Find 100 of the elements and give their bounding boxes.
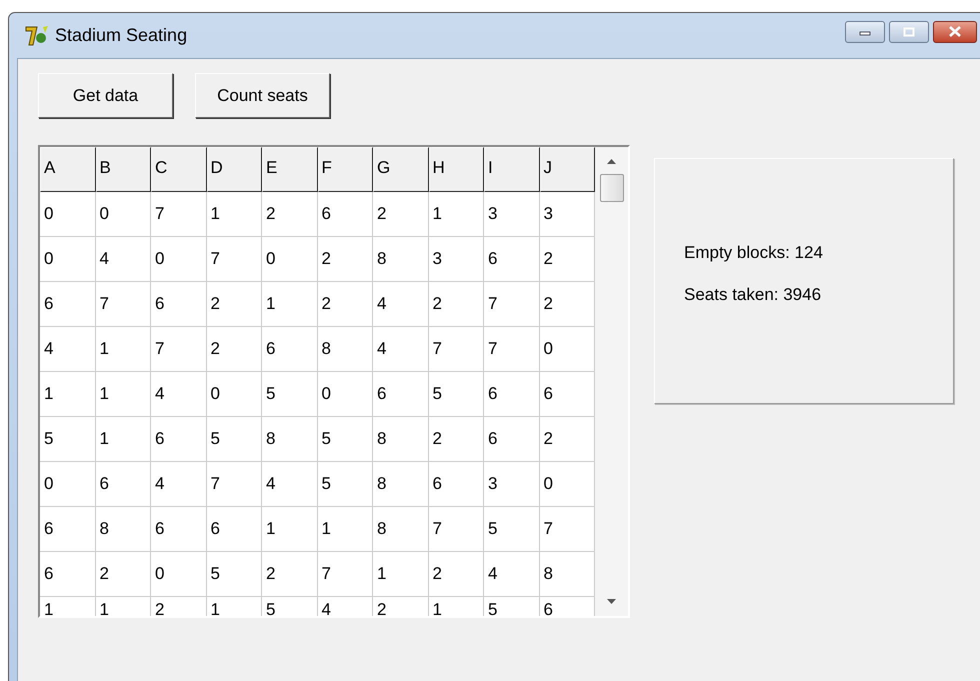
table-cell: 1 xyxy=(96,327,151,372)
table-cell: 6 xyxy=(318,192,373,237)
table-cell: 1 xyxy=(428,192,484,237)
table-cell: 1 xyxy=(318,507,373,552)
action-button[interactable]: Count seats xyxy=(195,73,330,118)
table-cell: 6 xyxy=(484,372,540,417)
column-header[interactable]: E xyxy=(262,147,318,192)
table-cell: 2 xyxy=(262,192,318,237)
table-cell: 2 xyxy=(318,282,373,327)
table-cell: 3 xyxy=(428,237,484,282)
table-cell: 0 xyxy=(206,372,262,417)
table-cell: 6 xyxy=(262,327,318,372)
table-cell: 5 xyxy=(206,552,262,597)
table-cell: 2 xyxy=(428,282,484,327)
scrollbar[interactable] xyxy=(595,147,628,616)
table-cell: 4 xyxy=(484,552,540,597)
table-cell: 3 xyxy=(484,462,540,507)
scroll-thumb[interactable] xyxy=(600,174,624,202)
table-cell: 7 xyxy=(318,552,373,597)
table-cell: 0 xyxy=(151,237,206,282)
table-cell: 5 xyxy=(428,372,484,417)
column-header[interactable]: C xyxy=(151,147,206,192)
table-cell: 5 xyxy=(206,417,262,462)
table-cell: 3 xyxy=(484,192,540,237)
table-cell: 8 xyxy=(318,327,373,372)
close-button[interactable] xyxy=(933,20,977,42)
table-cell: 0 xyxy=(40,192,96,237)
table-cell: 2 xyxy=(206,282,262,327)
table-cell: 6 xyxy=(484,417,540,462)
result-text: Seats taken: 3946 xyxy=(684,285,822,305)
table-cell: 8 xyxy=(373,237,428,282)
table-cell: 8 xyxy=(96,507,151,552)
table-cell: 5 xyxy=(484,507,540,552)
table-cell: 2 xyxy=(151,597,206,616)
table-cell: 1 xyxy=(96,372,151,417)
minimize-button[interactable] xyxy=(845,20,885,42)
table-cell: 1 xyxy=(262,282,318,327)
table-cell: 1 xyxy=(96,417,151,462)
table-cell: 7 xyxy=(206,462,262,507)
table-cell: 5 xyxy=(318,417,373,462)
table-cell: 4 xyxy=(318,597,373,616)
table-cell: 7 xyxy=(484,282,540,327)
column-header[interactable]: D xyxy=(206,147,262,192)
column-header[interactable]: J xyxy=(540,147,595,192)
scroll-up-icon[interactable] xyxy=(607,159,616,164)
table-cell: 2 xyxy=(96,552,151,597)
table-cell: 2 xyxy=(262,552,318,597)
table-cell: 0 xyxy=(40,237,96,282)
table-cell: 1 xyxy=(206,597,262,616)
action-button[interactable]: Get data xyxy=(38,73,173,118)
table-cell: 5 xyxy=(262,597,318,616)
table-cell: 1 xyxy=(206,192,262,237)
table-cell: 8 xyxy=(373,462,428,507)
table-cell: 4 xyxy=(373,282,428,327)
table-cell: 2 xyxy=(206,327,262,372)
table-cell: 1 xyxy=(373,552,428,597)
column-header[interactable]: B xyxy=(96,147,151,192)
column-header[interactable]: A xyxy=(40,147,96,192)
table-cell: 0 xyxy=(40,462,96,507)
table-cell: 7 xyxy=(96,282,151,327)
table-cell: 4 xyxy=(262,462,318,507)
table-cell: 0 xyxy=(151,552,206,597)
table-cell: 4 xyxy=(40,327,96,372)
table-cell: 2 xyxy=(428,417,484,462)
scroll-down-icon[interactable] xyxy=(607,599,616,604)
result-text: Empty blocks: 124 xyxy=(684,243,824,263)
table-cell: 7 xyxy=(428,327,484,372)
table-cell: 6 xyxy=(373,372,428,417)
table-cell: 6 xyxy=(206,507,262,552)
table-cell: 7 xyxy=(206,237,262,282)
table-cell: 5 xyxy=(318,462,373,507)
maximize-icon xyxy=(903,26,915,36)
table-cell: 8 xyxy=(262,417,318,462)
table-cell: 4 xyxy=(373,327,428,372)
table-cell: 0 xyxy=(318,372,373,417)
table-cell: 7 xyxy=(428,507,484,552)
table-cell: 6 xyxy=(40,552,96,597)
column-header[interactable]: G xyxy=(373,147,428,192)
column-header[interactable]: H xyxy=(428,147,484,192)
table-cell: 6 xyxy=(151,507,206,552)
table-cell: 6 xyxy=(40,507,96,552)
table-cell: 4 xyxy=(151,372,206,417)
table-cell: 1 xyxy=(262,507,318,552)
table-cell: 6 xyxy=(151,417,206,462)
table-cell: 1 xyxy=(40,597,96,616)
table-cell: 7 xyxy=(151,192,206,237)
table-cell: 8 xyxy=(373,507,428,552)
table-cell: 0 xyxy=(96,192,151,237)
column-header[interactable]: I xyxy=(484,147,540,192)
column-header[interactable]: F xyxy=(318,147,373,192)
table-cell: 1 xyxy=(428,597,484,616)
table-cell: 1 xyxy=(40,372,96,417)
table-cell: 6 xyxy=(40,282,96,327)
table-cell: 2 xyxy=(428,552,484,597)
table-cell: 8 xyxy=(373,417,428,462)
table-cell: 7 xyxy=(484,327,540,372)
table-cell: 4 xyxy=(151,462,206,507)
table-cell: 1 xyxy=(96,597,151,616)
maximize-button[interactable] xyxy=(889,20,929,42)
table-cell: 7 xyxy=(151,327,206,372)
